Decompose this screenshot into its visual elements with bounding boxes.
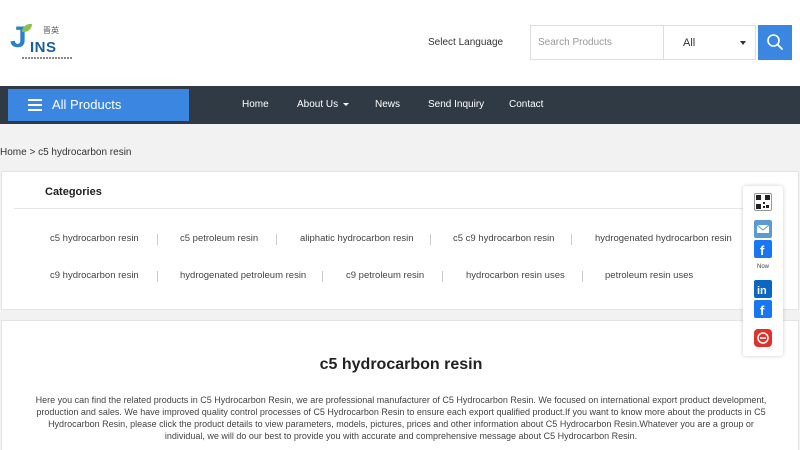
svg-text:f: f [760, 303, 765, 318]
category-link[interactable]: petroleum resin uses [605, 270, 693, 281]
divider [157, 234, 158, 245]
facebook-icon[interactable]: f [754, 240, 772, 258]
top-header: J 晋英 INS Select Language All [0, 0, 800, 86]
qr-code-icon[interactable] [754, 193, 772, 211]
divider [582, 271, 583, 282]
nav-send-inquiry[interactable]: Send Inquiry [428, 99, 484, 110]
category-link[interactable]: aliphatic hydrocarbon resin [300, 233, 414, 244]
logo[interactable]: J 晋英 INS [10, 22, 72, 62]
nav-about-us-label: About Us [297, 99, 339, 110]
categories-panel: Categories c5 hydrocarbon resin c5 petro… [1, 171, 799, 310]
search-scope-value: All [683, 37, 696, 49]
breadcrumb: Home > c5 hydrocarbon resin [0, 147, 131, 158]
divider [442, 271, 443, 282]
all-products-label: All Products [52, 97, 122, 112]
search-box: All [530, 25, 756, 60]
divider [14, 208, 754, 209]
category-link[interactable]: c9 hydrocarbon resin [50, 270, 139, 281]
nav-contact[interactable]: Contact [509, 99, 543, 110]
category-link[interactable]: c5 c9 hydrocarbon resin [453, 233, 554, 244]
category-link[interactable]: hydrocarbon resin uses [466, 270, 565, 281]
category-link[interactable]: c5 petroleum resin [180, 233, 258, 244]
nav-about-us[interactable]: About Us [297, 99, 350, 110]
divider [157, 271, 158, 282]
categories-title: Categories [45, 186, 102, 198]
divider [276, 234, 277, 245]
description-panel: c5 hydrocarbon resin Here you can find t… [1, 320, 799, 450]
divider [430, 234, 431, 245]
menu-icon [28, 99, 42, 111]
description-text: Here you can find the related products i… [35, 395, 767, 441]
search-scope-select[interactable]: All [664, 26, 757, 59]
page-title: c5 hydrocarbon resin [319, 356, 483, 373]
facebook-icon[interactable]: f [754, 300, 772, 318]
language-selector[interactable]: Select Language [428, 37, 503, 48]
svg-text:f: f [760, 243, 765, 258]
share-sidebar: f Now in f [743, 186, 783, 356]
breadcrumb-separator: > [29, 147, 36, 158]
chevron-down-icon [343, 102, 350, 106]
nav-home[interactable]: Home [242, 99, 269, 110]
svg-text:in: in [757, 285, 767, 297]
breadcrumb-current: c5 hydrocarbon resin [38, 147, 132, 158]
category-link[interactable]: c9 petroleum resin [346, 270, 424, 281]
email-icon[interactable] [754, 220, 772, 238]
divider [571, 234, 572, 245]
main-nav: All Products Home About Us News Send Inq… [0, 86, 800, 124]
breadcrumb-home[interactable]: Home [0, 147, 27, 158]
logo-tagline [22, 57, 72, 59]
nav-news[interactable]: News [375, 99, 400, 110]
category-link[interactable]: hydrogenated petroleum resin [180, 270, 306, 281]
divider [322, 271, 323, 282]
chat-icon[interactable] [754, 329, 772, 347]
logo-text: INS [30, 39, 57, 56]
search-button[interactable] [758, 25, 792, 60]
linkedin-icon[interactable]: in [754, 280, 772, 298]
chevron-down-icon [740, 41, 746, 45]
category-link[interactable]: hydrogenated hydrocarbon resin [595, 233, 732, 244]
search-input[interactable] [531, 26, 664, 59]
category-link[interactable]: c5 hydrocarbon resin [50, 233, 139, 244]
search-icon [767, 34, 783, 50]
logo-cn-text: 晋英 [43, 26, 59, 35]
all-products-button[interactable]: All Products [8, 89, 189, 121]
now-label: Now [756, 264, 769, 270]
